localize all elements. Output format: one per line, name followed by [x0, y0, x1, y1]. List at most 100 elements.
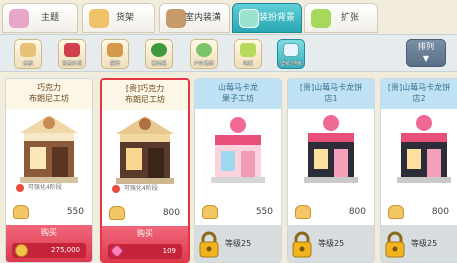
subcategory-bar: 全部 商店外观 招牌 装饰品 户外装饰 地板 壁纸/地板 排列 ▼ [0, 34, 457, 72]
enhance-info: 可强化4阶段 [16, 182, 88, 194]
tree-icon [151, 43, 167, 57]
interior-icon [166, 9, 186, 28]
locked-buy-area: 等级25 [381, 225, 457, 262]
required-level: 等级25 [411, 239, 438, 248]
locked-buy-area: 等级25 [195, 225, 281, 262]
floor-icon [240, 43, 256, 57]
background-icon [239, 9, 259, 28]
price-row: 550 [195, 203, 281, 223]
price-row: 550 [6, 203, 92, 223]
item-name-text: [贵]山莓马卡龙饼 店1 [299, 83, 363, 103]
shelf-icon [89, 9, 109, 28]
price-row: 800 [381, 203, 457, 223]
subcategory-decoration[interactable]: 装饰品 [145, 39, 173, 69]
bag-icon [9, 9, 29, 28]
item-card[interactable]: [贵]山莓马卡龙饼 店2 800 等级25 [380, 78, 457, 263]
tab-theme[interactable]: 主题 [2, 3, 78, 33]
locked-buy-area: 等级25 [288, 225, 374, 262]
item-name: [贵]山莓马卡龙饼 店1 [288, 79, 374, 109]
subcategory-floor[interactable]: 地板 [234, 39, 262, 69]
sort-button[interactable]: 排列 ▼ [406, 39, 446, 67]
tab-label: 扩张 [341, 13, 360, 23]
item-name-text: [贵]巧克力 布朗尼工坊 [125, 84, 165, 104]
enhance-info: 可强化4阶段 [112, 183, 184, 195]
tab-expand[interactable]: 扩张 [304, 3, 378, 33]
item-name: 山莓马卡龙 果子工坊 [195, 79, 281, 109]
subcategory-outdoor[interactable]: 户外装饰 [190, 39, 218, 69]
subcategory-label: 地板 [242, 61, 253, 67]
subcategory-label: 全部 [22, 61, 33, 67]
tab-interior[interactable]: 室内装潢 [159, 3, 230, 33]
tab-label: 装扮背景 [259, 13, 296, 23]
coin-icon [15, 244, 28, 257]
storefront-icon [64, 43, 80, 57]
shop-illustration [20, 115, 78, 183]
item-name-text: 山莓马卡龙 果子工坊 [218, 83, 258, 103]
item-name-text: 巧克力 布朗尼工坊 [29, 83, 69, 103]
item-card-selected[interactable]: [贵]巧克力 布朗尼工坊 可强化4阶段 800 购买 109 [100, 78, 190, 263]
subcategory-label: 壁纸/地板 [280, 61, 302, 67]
item-name: [贵]巧克力 布朗尼工坊 [102, 80, 188, 110]
chevron-down-icon: ▼ [422, 54, 430, 63]
subcategory-label: 装饰品 [151, 61, 167, 67]
shop-illustration [397, 115, 451, 183]
item-name-text: [贵]山莓马卡龙饼 店2 [387, 83, 451, 103]
price-value: 550 [66, 207, 84, 217]
subcategory-storefront[interactable]: 商店外观 [58, 39, 86, 69]
buy-label: 购买 [41, 228, 57, 237]
expand-icon [311, 9, 331, 28]
cost-value: 275,000 [51, 246, 80, 254]
cost-value: 109 [162, 247, 176, 255]
signboard-icon [107, 43, 123, 57]
bread-icon [202, 205, 218, 219]
item-card[interactable]: [贵]山莓马卡龙饼 店1 800 等级25 [287, 78, 375, 263]
item-card[interactable]: 巧克力 布朗尼工坊 可强化4阶段 550 购买 275,000 [5, 78, 93, 263]
price-value: 550 [255, 207, 273, 217]
price-row: 800 [102, 204, 188, 224]
required-level: 等级25 [225, 239, 252, 248]
subcategory-wallpaper[interactable]: 壁纸/地板 [277, 39, 305, 69]
tab-background[interactable]: 装扮背景 [232, 3, 302, 33]
shop-illustration [116, 116, 174, 184]
subcategory-signboard[interactable]: 招牌 [101, 39, 129, 69]
sort-label: 排列 [418, 42, 434, 51]
tab-shelf[interactable]: 货架 [82, 3, 155, 33]
enhance-text: 可强化4阶段 [27, 184, 62, 191]
lock-icon [199, 231, 219, 258]
required-level: 等级25 [318, 239, 345, 248]
subcategory-label: 户外装饰 [193, 61, 214, 67]
gem-icon [109, 243, 125, 259]
tab-label: 室内装潢 [185, 13, 222, 23]
price-value: 800 [348, 207, 366, 217]
bread-icon [13, 205, 29, 219]
enhance-text: 可强化4阶段 [123, 185, 158, 192]
shop-illustration [304, 115, 358, 183]
buy-label: 购买 [137, 229, 153, 238]
enhance-icon [112, 184, 120, 193]
price-value: 800 [431, 207, 449, 217]
cost-box: 109 [108, 243, 182, 259]
lock-icon [292, 231, 312, 258]
shop-illustration [211, 117, 265, 183]
bread-icon [20, 43, 36, 57]
subcategory-all[interactable]: 全部 [14, 39, 42, 69]
buy-button[interactable]: 购买 275,000 [6, 225, 92, 262]
price-value: 800 [162, 208, 180, 218]
bread-icon [295, 205, 311, 219]
bread-icon [109, 206, 125, 220]
tab-label: 货架 [116, 13, 135, 23]
category-tabs: 主题 货架 室内装潢 装扮背景 扩张 [0, 0, 457, 36]
subcategory-label: 招牌 [109, 61, 120, 67]
enhance-icon [16, 183, 24, 192]
lock-icon [385, 231, 405, 258]
wallpaper-icon [283, 43, 299, 57]
bread-icon [388, 205, 404, 219]
buy-button[interactable]: 购买 109 [102, 226, 188, 261]
tab-label: 主题 [41, 13, 60, 23]
subcategory-label: 商店外观 [61, 61, 82, 67]
price-row: 800 [288, 203, 374, 223]
item-name: 巧克力 布朗尼工坊 [6, 79, 92, 109]
item-card[interactable]: 山莓马卡龙 果子工坊 550 等级25 [194, 78, 282, 263]
cost-box: 275,000 [12, 243, 86, 258]
item-name: [贵]山莓马卡龙饼 店2 [381, 79, 457, 109]
